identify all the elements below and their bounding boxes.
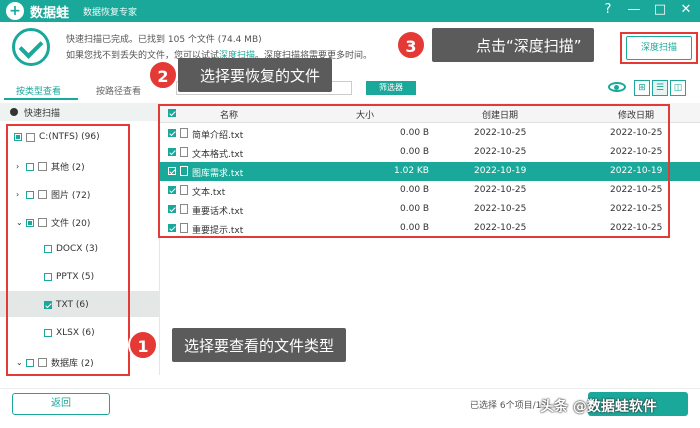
window-controls: ? — □ ✕: [600, 2, 694, 17]
callout-1: 1 选择要查看的文件类型: [128, 328, 347, 362]
list-view-icon[interactable]: ☰: [652, 80, 668, 96]
logo-icon: +: [6, 2, 24, 20]
filter-button[interactable]: 筛选器: [366, 81, 416, 95]
callout-text: 选择要查看的文件类型: [184, 336, 335, 355]
app-logo: + 数据蛙: [6, 2, 69, 21]
tab-by-path[interactable]: 按路径查看: [96, 84, 141, 97]
deep-scan-highlight: [620, 32, 698, 64]
watermark: 头条 @数据蛙软件: [540, 399, 657, 415]
quick-scan-header[interactable]: 快速扫描: [0, 103, 160, 121]
step-badge: 1: [128, 330, 158, 360]
selected-count: 已选择 6个项目/1: [470, 401, 542, 411]
callout-text: 选择要恢复的文件: [200, 66, 321, 85]
scan-status-area: 快速扫描已完成。已找到 105 个文件 (74.4 MB) 如果您找不到丢失的文…: [0, 22, 700, 76]
quick-scan-label: 快速扫描: [24, 108, 61, 119]
grid-view-icon[interactable]: ⊞: [634, 80, 650, 96]
step-badge: 2: [148, 60, 178, 90]
minimize-icon[interactable]: —: [626, 2, 642, 17]
step-badge: 3: [396, 30, 426, 60]
preview-eye-icon[interactable]: [608, 82, 626, 92]
maximize-icon[interactable]: □: [652, 2, 668, 17]
detail-view-icon[interactable]: ◫: [670, 80, 686, 96]
callout-3: 3 点击“深度扫描”: [396, 28, 594, 62]
tab-by-type[interactable]: 按类型查看: [16, 84, 61, 97]
help-icon[interactable]: ?: [600, 2, 616, 17]
sidebar-highlight: [6, 124, 130, 376]
check-circle-icon: [12, 28, 50, 66]
table-highlight: [158, 104, 670, 238]
app-subtitle: 数据恢复专家: [83, 7, 138, 18]
callout-2: 2 选择要恢复的文件: [148, 58, 333, 92]
app-name: 数据蛙: [30, 5, 70, 21]
radio-dot-icon: [10, 108, 18, 116]
close-icon[interactable]: ✕: [678, 2, 694, 17]
back-button[interactable]: 返回: [12, 393, 110, 415]
title-bar: + 数据蛙 数据恢复专家 ? — □ ✕: [0, 0, 700, 22]
callout-text: 点击“深度扫描”: [476, 36, 582, 55]
scan-result-text: 快速扫描已完成。已找到 105 个文件 (74.4 MB): [66, 35, 262, 45]
active-tab-indicator: [4, 98, 78, 100]
